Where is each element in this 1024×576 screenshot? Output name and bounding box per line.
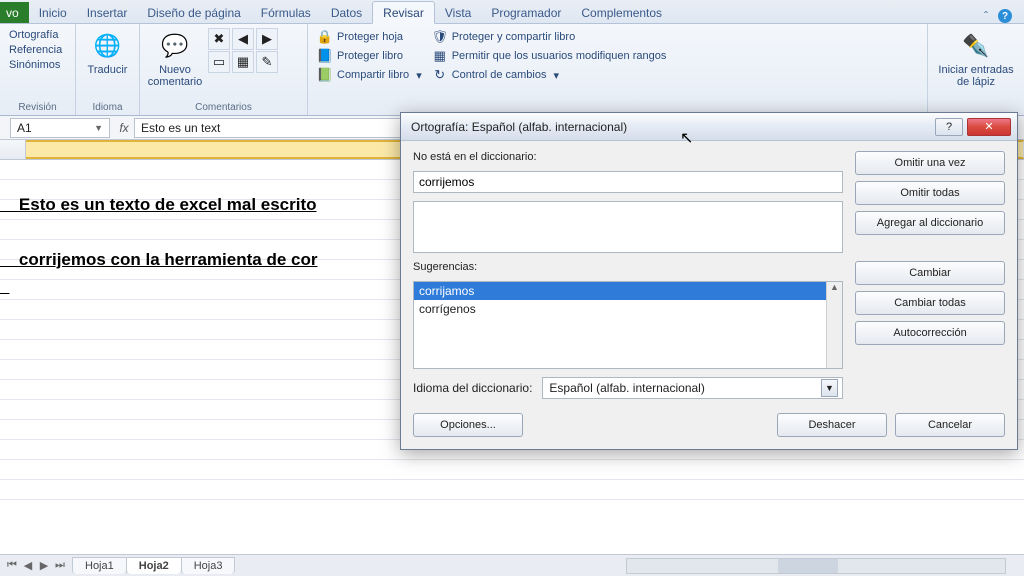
- dialog-help-button[interactable]: ?: [935, 118, 963, 136]
- allow-ranges-button[interactable]: ▦Permitir que los usuarios modifiquen ra…: [429, 47, 670, 65]
- protect-sheet-button[interactable]: 🔒Proteger hoja: [314, 28, 425, 46]
- prev-sheet-icon[interactable]: ◀: [20, 559, 36, 572]
- cell-reference: A1: [17, 121, 32, 135]
- show-ink-button[interactable]: ✎: [256, 51, 278, 73]
- pen-icon: ✒️: [960, 30, 992, 62]
- suggestions-label: Sugerencias:: [413, 261, 843, 273]
- protect-share-button[interactable]: 🛡Proteger y compartir libro: [429, 28, 670, 46]
- delete-comment-button[interactable]: ✖: [208, 28, 230, 50]
- last-sheet-icon[interactable]: ⏭: [52, 559, 68, 572]
- sheet-nav-arrows[interactable]: ⏮ ◀ ▶ ⏭: [0, 559, 72, 572]
- suggestions-list[interactable]: corrijamos corrígenos ▲: [413, 281, 843, 369]
- change-button[interactable]: Cambiar: [855, 261, 1005, 285]
- first-sheet-icon[interactable]: ⏮: [4, 559, 20, 572]
- ribbon-help-area: ˆ ?: [984, 9, 1024, 23]
- group-comentarios: 💬 Nuevo comentario ✖ ◀ ▶ ▭ ▦ ✎ Comentari…: [140, 24, 308, 115]
- tab-vista[interactable]: Vista: [435, 2, 481, 23]
- group-revision: Ortografía Referencia Sinónimos Revisión: [0, 24, 76, 115]
- ranges-icon: ▦: [432, 48, 448, 64]
- suggestion-item[interactable]: corrijamos: [414, 282, 842, 300]
- combo-dropdown-icon[interactable]: ▼: [821, 379, 838, 397]
- not-in-dict-input[interactable]: [413, 171, 843, 193]
- select-all-corner[interactable]: [0, 140, 26, 159]
- context-pane: [413, 201, 843, 253]
- horizontal-scrollbar[interactable]: [626, 558, 1006, 574]
- protect-book-button[interactable]: 📘Proteger libro: [314, 47, 425, 65]
- translate-button[interactable]: 🌐 Traducir: [82, 28, 133, 78]
- list-scrollbar[interactable]: ▲: [826, 282, 842, 368]
- ignore-once-button[interactable]: Omitir una vez: [855, 151, 1005, 175]
- start-ink-button[interactable]: ✒️ Iniciar entradas de lápiz: [934, 28, 1018, 90]
- sheet-tab-hoja3[interactable]: Hoja3: [181, 557, 236, 574]
- dict-language-combo[interactable]: Español (alfab. internacional) ▼: [542, 377, 843, 399]
- dialog-title: Ortografía: Español (alfab. internaciona…: [411, 120, 627, 134]
- translate-icon: 🌐: [92, 30, 124, 62]
- dialog-close-button[interactable]: ✕: [967, 118, 1011, 136]
- ignore-all-button[interactable]: Omitir todas: [855, 181, 1005, 205]
- tab-datos[interactable]: Datos: [321, 2, 372, 23]
- add-to-dict-button[interactable]: Agregar al diccionario: [855, 211, 1005, 235]
- sheet-tabs-bar: ⏮ ◀ ▶ ⏭ Hoja1 Hoja2 Hoja3: [0, 554, 1024, 576]
- lock-icon: 🔒: [317, 29, 333, 45]
- group-idioma: 🌐 Traducir Idioma: [76, 24, 140, 115]
- next-comment-button[interactable]: ▶: [256, 28, 278, 50]
- tab-diseno[interactable]: Diseño de página: [137, 2, 250, 23]
- group-label-idioma: Idioma: [82, 100, 133, 115]
- dict-language-label: Idioma del diccionario:: [413, 381, 532, 395]
- research-button[interactable]: Referencia: [6, 43, 65, 57]
- track-changes-button[interactable]: ↻Control de cambios ▾: [429, 66, 670, 84]
- sheet-tab-hoja2[interactable]: Hoja2: [126, 557, 182, 574]
- track-icon: ↻: [432, 67, 448, 83]
- group-label-revision: Revisión: [6, 100, 69, 115]
- protect-share-icon: 🛡: [432, 29, 448, 45]
- suggestion-item[interactable]: corrígenos: [414, 300, 842, 318]
- tab-revisar[interactable]: Revisar: [372, 1, 435, 24]
- minimize-ribbon-icon[interactable]: ˆ: [984, 9, 988, 23]
- cell-a1-content: Esto es un texto de excel mal escrito co…: [0, 164, 317, 300]
- group-ink: ✒️ Iniciar entradas de lápiz: [928, 24, 1024, 115]
- tab-inicio[interactable]: Inicio: [29, 2, 77, 23]
- spelling-dialog: Ortografía: Español (alfab. internaciona…: [400, 112, 1018, 450]
- prev-comment-button[interactable]: ◀: [232, 28, 254, 50]
- new-comment-button[interactable]: 💬 Nuevo comentario: [146, 28, 204, 90]
- name-box-dropdown-icon[interactable]: ▼: [94, 123, 103, 133]
- group-cambios: 🔒Proteger hoja 📘Proteger libro 📗Comparti…: [308, 24, 928, 115]
- undo-button[interactable]: Deshacer: [777, 413, 887, 437]
- share-icon: 📗: [317, 67, 333, 83]
- thesaurus-button[interactable]: Sinónimos: [6, 58, 65, 72]
- options-button[interactable]: Opciones...: [413, 413, 523, 437]
- dialog-titlebar[interactable]: Ortografía: Español (alfab. internaciona…: [401, 113, 1017, 141]
- not-in-dict-label: No está en el diccionario:: [413, 151, 843, 163]
- group-label-comentarios: Comentarios: [146, 100, 301, 115]
- fx-icon[interactable]: fx: [114, 121, 134, 135]
- tab-complementos[interactable]: Complementos: [571, 2, 672, 23]
- name-box[interactable]: A1 ▼: [10, 118, 110, 138]
- autocorrect-button[interactable]: Autocorrección: [855, 321, 1005, 345]
- show-comment-button[interactable]: ▭: [208, 51, 230, 73]
- book-lock-icon: 📘: [317, 48, 333, 64]
- new-comment-icon: 💬: [159, 30, 191, 62]
- ribbon: Ortografía Referencia Sinónimos Revisión…: [0, 24, 1024, 116]
- show-all-comments-button[interactable]: ▦: [232, 51, 254, 73]
- tab-formulas[interactable]: Fórmulas: [251, 2, 321, 23]
- tab-programador[interactable]: Programador: [481, 2, 571, 23]
- next-sheet-icon[interactable]: ▶: [36, 559, 52, 572]
- spelling-button[interactable]: Ortografía: [6, 28, 65, 42]
- share-book-button[interactable]: 📗Compartir libro ▾: [314, 66, 425, 84]
- cancel-button[interactable]: Cancelar: [895, 413, 1005, 437]
- sheet-tab-hoja1[interactable]: Hoja1: [72, 557, 127, 574]
- ribbon-tabs: vo Inicio Insertar Diseño de página Fórm…: [0, 0, 1024, 24]
- change-all-button[interactable]: Cambiar todas: [855, 291, 1005, 315]
- help-icon[interactable]: ?: [998, 9, 1012, 23]
- tab-insertar[interactable]: Insertar: [77, 2, 138, 23]
- tab-file[interactable]: vo: [0, 2, 29, 23]
